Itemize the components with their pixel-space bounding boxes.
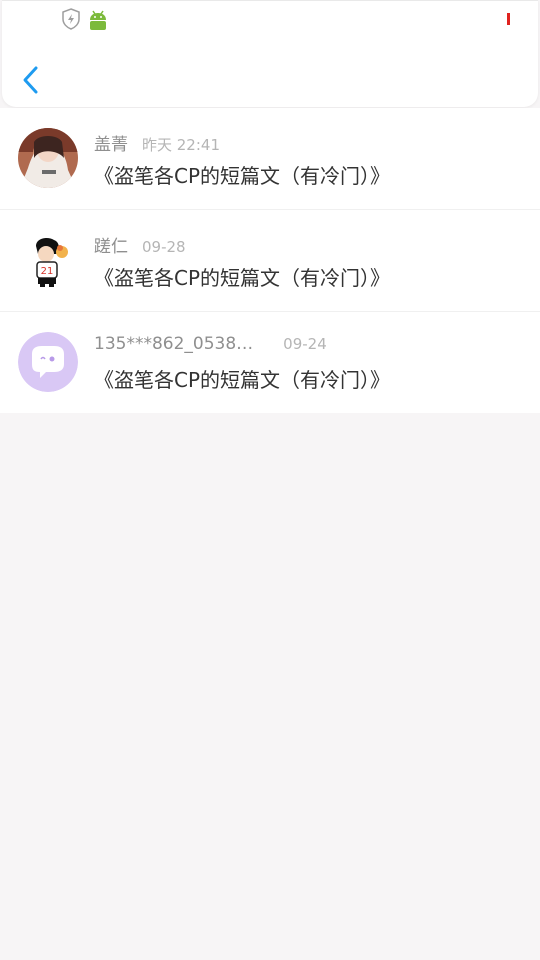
chevron-left-icon — [23, 66, 38, 94]
comment-content[interactable]: 《盗笔各CP的短篇文（有冷门）》 — [94, 160, 390, 189]
timestamp: 昨天 22:41 — [142, 136, 220, 154]
comment-meta: 蹉仁 09-28 — [94, 232, 186, 257]
avatar[interactable] — [18, 128, 78, 188]
photo-avatar — [18, 128, 78, 188]
status-indicator — [507, 13, 510, 25]
shield-bolt-icon — [62, 8, 80, 30]
timestamp: 09-24 — [283, 335, 327, 353]
svg-text:21: 21 — [41, 266, 54, 277]
timestamp: 09-28 — [142, 238, 186, 256]
list-item[interactable]: 盖菁 昨天 22:41 《盗笔各CP的短篇文（有冷门）》 — [0, 108, 540, 210]
comment-list: 盖菁 昨天 22:41 《盗笔各CP的短篇文（有冷门）》 21 蹉仁 09-28 — [0, 108, 540, 413]
comment-content[interactable]: 《盗笔各CP的短篇文（有冷门）》 — [94, 262, 390, 291]
comment-content[interactable]: 《盗笔各CP的短篇文（有冷门）》 — [94, 364, 390, 393]
avatar[interactable] — [18, 332, 78, 392]
back-button[interactable] — [18, 63, 46, 97]
comment-meta: 盖菁 昨天 22:41 — [94, 130, 220, 155]
list-item[interactable]: 135***862_0538… 09-24 《盗笔各CP的短篇文（有冷门）》 — [0, 312, 540, 413]
user-name[interactable]: 蹉仁 — [94, 232, 128, 257]
user-name[interactable]: 盖菁 — [94, 130, 128, 155]
list-item[interactable]: 21 蹉仁 09-28 《盗笔各CP的短篇文（有冷门）》 — [0, 210, 540, 312]
default-chat-avatar — [18, 332, 78, 392]
avatar[interactable]: 21 — [18, 230, 78, 290]
status-icons — [60, 7, 110, 31]
top-bar — [2, 0, 538, 107]
comment-meta: 135***862_0538… 09-24 — [94, 334, 327, 354]
cartoon-avatar: 21 — [18, 230, 78, 290]
user-name[interactable]: 135***862_0538… — [94, 334, 253, 354]
android-icon — [90, 10, 106, 30]
